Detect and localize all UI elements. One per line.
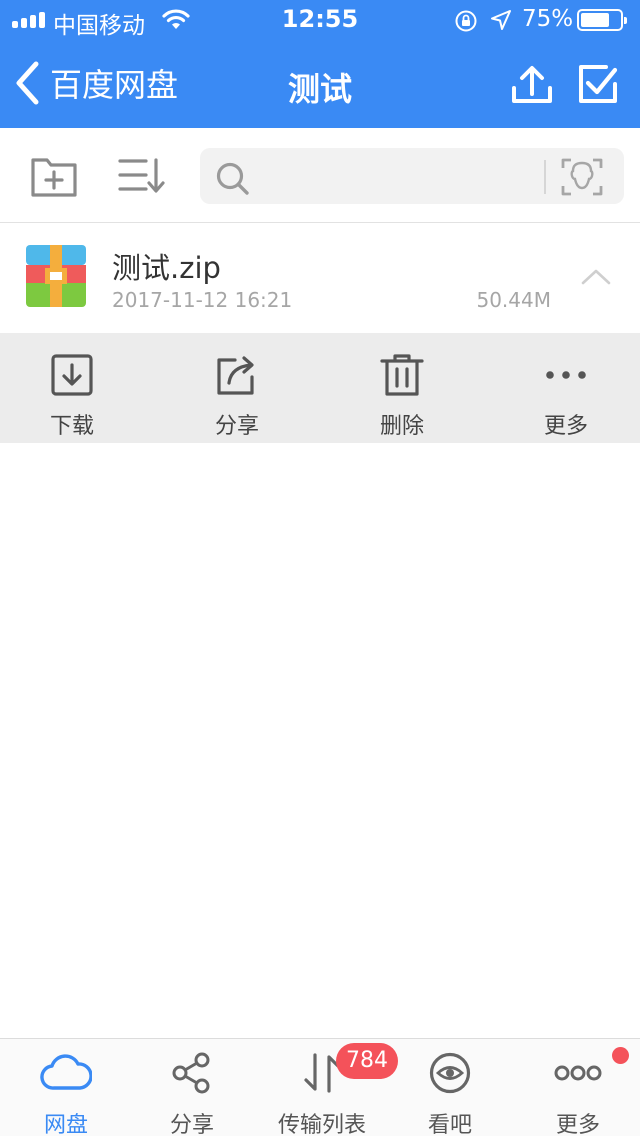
delete-button[interactable]: 删除	[330, 333, 474, 443]
folder-plus-icon	[31, 158, 77, 197]
action-label: 删除	[379, 414, 424, 439]
select-button[interactable]	[576, 64, 620, 106]
battery-percent: 75%	[522, 6, 574, 32]
tab-bar: 网盘 分享 传输列表 看吧 更多 784	[0, 1038, 640, 1136]
chevron-left-icon	[16, 61, 39, 105]
action-label: 下载	[49, 414, 94, 439]
new-folder-button[interactable]	[30, 154, 78, 198]
more-dots-icon	[546, 371, 586, 379]
sort-button[interactable]	[116, 156, 166, 196]
share-nodes-icon	[172, 1052, 210, 1094]
tab-share[interactable]: 分享	[128, 1039, 256, 1136]
tab-netdisk[interactable]: 网盘	[2, 1039, 130, 1136]
file-name: 测试.zip	[112, 251, 221, 285]
action-label: 更多	[543, 414, 588, 439]
tab-label: 网盘	[43, 1113, 88, 1136]
search-bar[interactable]	[200, 148, 624, 204]
tab-label: 分享	[169, 1113, 214, 1136]
location-arrow-icon	[491, 10, 511, 30]
file-row[interactable]: 测试.zip 2017-11-12 16:21 50.44M	[0, 223, 640, 333]
search-input[interactable]	[258, 156, 548, 196]
checkbox-icon	[579, 65, 618, 103]
search-icon	[216, 162, 249, 195]
file-date: 2017-11-12 16:21	[112, 288, 293, 312]
face-scan-icon[interactable]	[560, 156, 604, 198]
file-size: 50.44M	[476, 288, 551, 312]
back-label: 百度网盘	[50, 66, 179, 104]
cloud-icon	[40, 1054, 92, 1090]
upload-icon	[512, 66, 552, 103]
nav-bar: 百度网盘 测试	[0, 40, 640, 128]
download-button[interactable]: 下载	[0, 333, 144, 443]
page-title: 测试	[287, 70, 352, 108]
zip-file-icon	[26, 245, 86, 307]
file-actions: 下载 分享 删除 更多	[0, 333, 640, 443]
tab-kanba[interactable]: 看吧	[386, 1039, 514, 1136]
trash-icon	[380, 354, 424, 396]
share-icon	[217, 356, 254, 395]
top-bar: 中国移动 12:55 75% 百度网盘 测试	[0, 0, 640, 128]
action-label: 分享	[214, 414, 259, 439]
toolbar	[0, 128, 640, 223]
share-button[interactable]: 分享	[165, 333, 309, 443]
more-circles-icon	[554, 1065, 602, 1081]
tab-label: 传输列表	[277, 1113, 366, 1136]
download-icon	[51, 354, 93, 396]
eye-icon	[429, 1052, 471, 1094]
tab-label: 更多	[555, 1113, 600, 1136]
rotation-lock-icon	[455, 10, 477, 32]
chevron-up-icon[interactable]	[580, 267, 612, 287]
tab-label: 看吧	[427, 1113, 472, 1136]
notification-dot	[612, 1047, 629, 1064]
search-divider	[544, 160, 546, 194]
back-button[interactable]: 百度网盘	[14, 58, 178, 108]
status-bar: 中国移动 12:55 75%	[0, 0, 640, 40]
battery-icon	[577, 9, 627, 31]
transfer-count-badge: 784	[336, 1043, 398, 1079]
more-button[interactable]: 更多	[494, 333, 638, 443]
upload-button[interactable]	[510, 64, 554, 106]
sort-icon	[118, 158, 165, 193]
